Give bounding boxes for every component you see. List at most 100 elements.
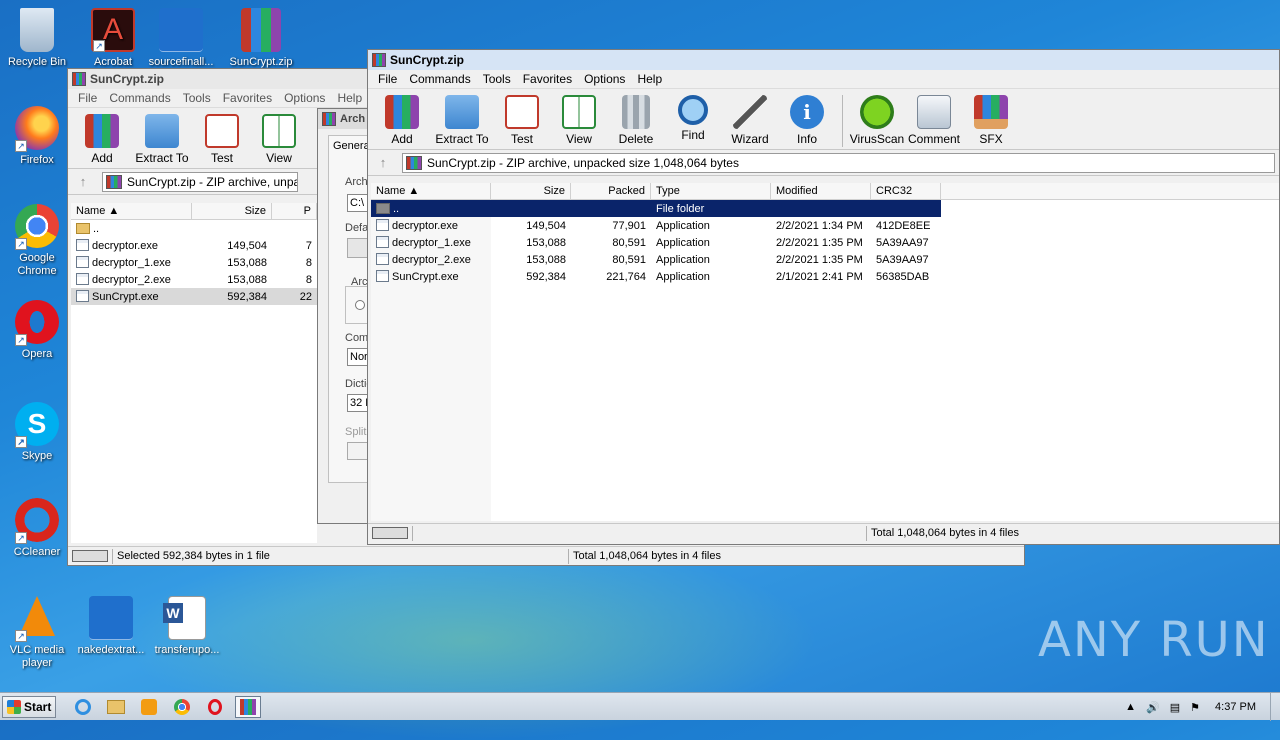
extract-to-button[interactable]: Extract To (131, 114, 193, 165)
list-item[interactable]: decryptor.exe 149,504 7 (71, 237, 317, 254)
start-button[interactable]: Start (2, 695, 56, 718)
menu-help[interactable]: Help (631, 72, 668, 86)
virusscan-button[interactable]: VirusScan (849, 95, 905, 146)
list-item-selected[interactable]: SunCrypt.exe 592,384 22 (71, 288, 317, 305)
exe-file-icon (76, 273, 89, 285)
taskbar-ie[interactable] (70, 696, 96, 718)
title-bar[interactable]: SunCrypt.zip (368, 50, 1279, 70)
taskbar-chrome[interactable] (169, 696, 195, 718)
menu-commands[interactable]: Commands (103, 91, 176, 105)
tab-general[interactable]: Genera (333, 140, 370, 152)
winrar-window-front[interactable]: SunCrypt.zip File Commands Tools Favorit… (367, 49, 1280, 545)
file-name: decryptor_2.exe (371, 253, 491, 266)
menu-file[interactable]: File (72, 91, 103, 105)
action-center-flag-icon[interactable]: ⚑ (1190, 701, 1200, 714)
default-label: Defa (345, 222, 369, 234)
format-radio[interactable] (355, 300, 365, 310)
column-type[interactable]: Type (651, 183, 771, 199)
menu-bar: File Commands Tools Favorites Options He… (368, 70, 1279, 88)
desktop-icon-label: Acrobat (94, 56, 132, 68)
file-modified: 2/2/2021 1:35 PM (776, 236, 863, 249)
up-arrow-icon[interactable]: ↑ (72, 172, 94, 192)
menu-favorites[interactable]: Favorites (217, 91, 278, 105)
view-button[interactable]: View (251, 114, 307, 165)
taskbar-opera[interactable] (202, 696, 228, 718)
column-modified[interactable]: Modified (771, 183, 871, 199)
desktop-icon-nakedextrat[interactable]: nakedextrat... (74, 596, 148, 657)
taskbar-media-player[interactable] (136, 696, 162, 718)
menu-tools[interactable]: Tools (477, 72, 517, 86)
up-arrow-icon[interactable]: ↑ (372, 153, 394, 173)
list-item[interactable]: .. (71, 220, 317, 237)
find-button[interactable]: Find (665, 95, 721, 142)
desktop-icon-firefox[interactable]: ↗ Firefox (0, 106, 74, 167)
menu-file[interactable]: File (372, 72, 403, 86)
info-button[interactable]: i Info (779, 95, 835, 146)
desktop-icon-recycle-bin[interactable]: Recycle Bin (0, 8, 74, 69)
blank-file-icon (159, 8, 203, 52)
network-icon[interactable]: ▤ (1170, 701, 1180, 714)
desktop-icon-sourcefinall[interactable]: sourcefinall... (144, 8, 218, 69)
desktop-icon-opera[interactable]: ↗ Opera (0, 300, 74, 361)
list-item[interactable]: decryptor_1.exe 153,088 8 (71, 254, 317, 271)
column-packed[interactable]: Packed (571, 183, 651, 199)
sfx-button[interactable]: SFX (963, 95, 1019, 146)
desktop-icon-transferupo[interactable]: W transferupo... (150, 596, 224, 657)
chrome-icon: ↗ (15, 204, 59, 250)
list-item[interactable]: decryptor_2.exe 153,088 8 (71, 271, 317, 288)
menu-favorites[interactable]: Favorites (517, 72, 578, 86)
wizard-button[interactable]: Wizard (722, 95, 778, 146)
exe-file-icon (76, 239, 89, 251)
list-item[interactable]: SunCrypt.exe 592,384 221,764 Application… (371, 268, 1279, 285)
view-button[interactable]: View (551, 95, 607, 146)
list-item[interactable]: decryptor_2.exe 153,088 80,591 Applicati… (371, 251, 1279, 268)
show-hidden-icons-icon[interactable]: ▲ (1125, 701, 1136, 713)
test-button[interactable]: Test (194, 114, 250, 165)
clock[interactable]: 4:37 PM (1215, 701, 1256, 713)
ccleaner-icon: ↗ (15, 498, 59, 544)
delete-button[interactable]: Delete (608, 95, 664, 146)
menu-options[interactable]: Options (278, 91, 331, 105)
file-packed: 7 (305, 239, 312, 252)
volume-icon[interactable]: 🔊 (1146, 701, 1160, 714)
show-desktop-button[interactable] (1270, 693, 1280, 721)
taskbar-explorer[interactable] (103, 696, 129, 718)
file-name-text: decryptor_2.exe (392, 254, 471, 266)
desktop-icon-acrobat[interactable]: A ↗ Acrobat (76, 8, 150, 69)
comment-button[interactable]: Comment (906, 95, 962, 146)
file-size: 149,504 (526, 219, 566, 232)
drive-icon[interactable] (372, 527, 408, 539)
drive-icon[interactable] (72, 550, 108, 562)
desktop-icon-suncrypt-zip[interactable]: SunCrypt.zip (224, 8, 298, 69)
add-button[interactable]: Add (74, 114, 130, 165)
column-name[interactable]: Name ▲ (71, 203, 192, 219)
taskbar-winrar[interactable] (235, 695, 261, 718)
column-size[interactable]: Size (491, 183, 571, 199)
address-field[interactable]: SunCrypt.zip - ZIP archive, unpacked siz… (402, 152, 1275, 173)
list-item[interactable]: decryptor_1.exe 153,088 80,591 Applicati… (371, 234, 1279, 251)
extract-to-label: Extract To (135, 151, 189, 165)
address-field[interactable]: SunCrypt.zip - ZIP archive, unpacke (102, 171, 298, 192)
menu-help[interactable]: Help (331, 91, 368, 105)
desktop-icon-ccleaner[interactable]: ↗ CCleaner (0, 498, 74, 559)
column-size[interactable]: Size (192, 203, 272, 219)
extract-to-button[interactable]: Extract To (431, 95, 493, 146)
comment-label: Comment (907, 132, 960, 146)
folder-icon (445, 95, 479, 129)
test-button[interactable]: Test (494, 95, 550, 146)
list-item[interactable]: decryptor.exe 149,504 77,901 Application… (371, 217, 1279, 234)
menu-commands[interactable]: Commands (403, 72, 476, 86)
column-packed[interactable]: P (272, 203, 317, 219)
menu-tools[interactable]: Tools (177, 91, 217, 105)
add-button[interactable]: Add (374, 95, 430, 146)
desktop-icon-skype[interactable]: S ↗ Skype (0, 402, 74, 463)
status-total: Total 1,048,064 bytes in 4 files (866, 525, 1023, 541)
menu-options[interactable]: Options (578, 72, 631, 86)
desktop-icon-chrome[interactable]: ↗ Google Chrome (0, 204, 74, 278)
desktop-icon-vlc[interactable]: ↗ VLC media player (0, 596, 74, 670)
opera-icon: ↗ (15, 300, 59, 346)
list-item-selected[interactable]: .. File folder (371, 200, 941, 217)
column-name[interactable]: Name ▲ (371, 183, 491, 199)
file-size: 592,384 (227, 290, 267, 303)
column-crc32[interactable]: CRC32 (871, 183, 941, 199)
